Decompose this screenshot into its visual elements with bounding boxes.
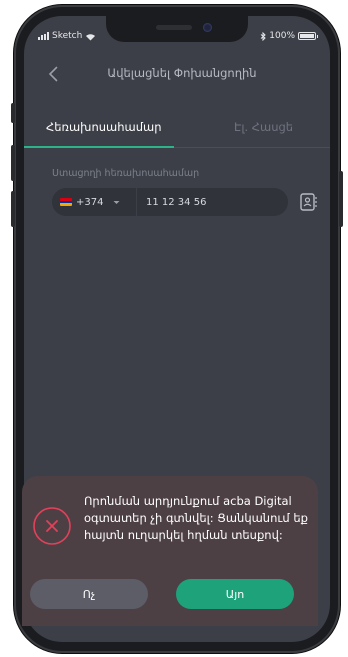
speaker [156, 25, 192, 30]
country-code-select[interactable]: +374 [60, 188, 121, 216]
chevron-down-icon [113, 200, 120, 204]
code-divider [136, 188, 137, 216]
battery-percent: 100% [269, 31, 295, 41]
contacts-book-icon[interactable] [298, 192, 318, 212]
page-title: Ավելացնել Փոխանցողին [107, 66, 257, 80]
phone-field: +374 [52, 188, 288, 216]
phone-field-label: Ստացողի հեռախոսահամար [52, 168, 200, 179]
bluetooth-icon [260, 31, 266, 41]
yes-button[interactable]: Այո [176, 579, 294, 609]
tab-email[interactable]: Էլ. Հասցե [234, 120, 293, 134]
active-tab-indicator [24, 146, 174, 148]
battery-icon [298, 32, 318, 40]
nav-header: Ավելացնել Փոխանցողին [24, 62, 330, 86]
mute-switch [11, 103, 15, 123]
tab-phone-number[interactable]: Հեռախոսահամար [46, 120, 162, 134]
phone-number-input[interactable] [146, 192, 282, 212]
carrier-name: Sketch [52, 31, 83, 41]
search-result-dialog: Որոնման արդյունքում acba Digital օգտատեր… [22, 476, 318, 626]
notch [106, 16, 248, 42]
volume-up-button [11, 145, 15, 181]
no-button[interactable]: Ոչ [30, 579, 148, 609]
chevron-left-icon[interactable] [44, 64, 64, 84]
close-circle-icon [33, 507, 71, 545]
armenia-flag-icon [60, 198, 72, 206]
camera [203, 23, 212, 32]
power-button [339, 171, 343, 227]
signal-icon [38, 32, 49, 40]
volume-down-button [11, 191, 15, 227]
dialog-message: Որոնման արդյունքում acba Digital օգտատեր… [84, 494, 308, 542]
wifi-icon [86, 33, 96, 40]
country-code: +374 [76, 196, 104, 208]
